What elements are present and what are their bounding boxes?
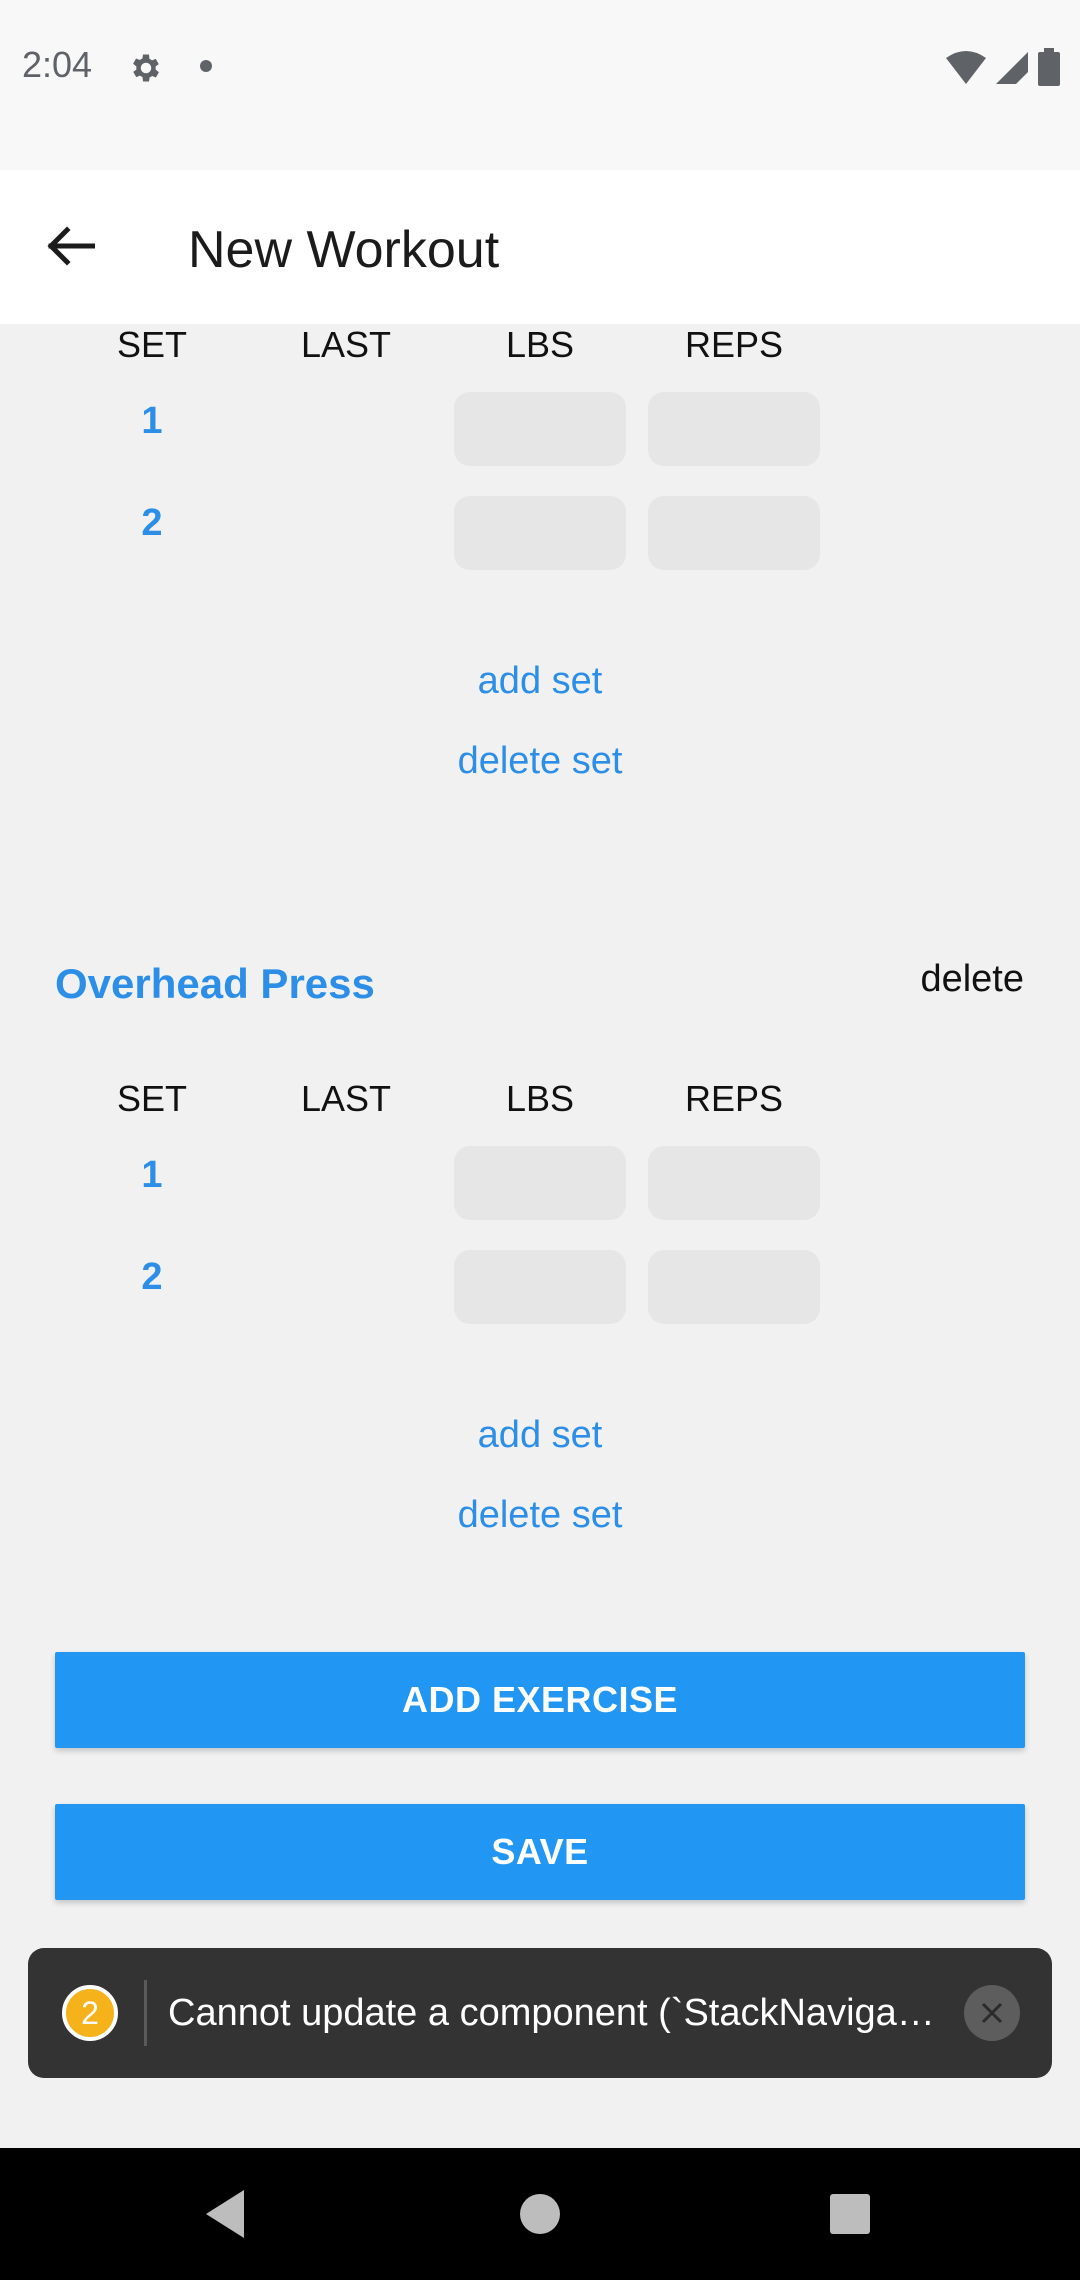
status-time: 2:04	[22, 44, 93, 85]
app-header: New Workout	[0, 170, 1080, 324]
nav-recents-icon[interactable]	[830, 2194, 870, 2234]
wifi-icon	[946, 51, 986, 84]
column-header-reps: REPS	[684, 324, 784, 365]
column-header-reps: REPS	[684, 1078, 784, 1119]
column-header-last: LAST	[300, 324, 392, 365]
set-number: 2	[141, 502, 163, 544]
lbs-input[interactable]	[454, 1146, 626, 1220]
column-header-lbs: LBS	[505, 1078, 575, 1119]
system-nav-bar	[0, 2148, 1080, 2280]
reps-input[interactable]	[648, 496, 820, 570]
add-set-link[interactable]: add set	[478, 1414, 603, 1457]
toast-message: Cannot update a component (`StackNaviga…	[168, 1992, 935, 2034]
delete-set-link[interactable]: delete set	[458, 1494, 623, 1537]
add-set-link[interactable]: add set	[478, 660, 603, 703]
back-button[interactable]	[38, 214, 102, 278]
status-icons	[946, 46, 1060, 86]
toast-divider	[144, 1980, 147, 2046]
warning-count-badge: 2	[62, 1985, 118, 2041]
signal-icon	[996, 52, 1028, 84]
close-icon	[981, 2002, 1003, 2024]
dismiss-toast-button[interactable]	[964, 1985, 1020, 2041]
status-bar: 2:04	[0, 0, 1080, 170]
set-number: 2	[141, 1256, 163, 1298]
reps-input[interactable]	[648, 392, 820, 466]
exercise-name[interactable]: Overhead Press	[55, 960, 375, 1008]
delete-set-link[interactable]: delete set	[458, 740, 623, 783]
reps-input[interactable]	[648, 1250, 820, 1324]
set-number: 1	[141, 1154, 163, 1196]
nav-back-icon[interactable]	[204, 2188, 246, 2240]
add-exercise-button[interactable]: ADD EXERCISE	[55, 1652, 1025, 1748]
set-number: 1	[141, 400, 163, 442]
save-button[interactable]: SAVE	[55, 1804, 1025, 1900]
nav-home-icon[interactable]	[520, 2194, 560, 2234]
notification-dot-icon	[200, 60, 212, 72]
arrow-left-icon	[47, 226, 95, 266]
warning-toast[interactable]: 2 Cannot update a component (`StackNavig…	[28, 1948, 1052, 2078]
column-header-set: SET	[116, 1078, 188, 1119]
lbs-input[interactable]	[454, 496, 626, 570]
lbs-input[interactable]	[454, 1250, 626, 1324]
page-title: New Workout	[188, 221, 500, 279]
battery-icon	[1038, 48, 1060, 86]
lbs-input[interactable]	[454, 392, 626, 466]
column-header-last: LAST	[300, 1078, 392, 1119]
delete-exercise-button[interactable]: delete	[920, 958, 1024, 1001]
column-header-set: SET	[116, 324, 188, 365]
gear-icon	[133, 54, 159, 82]
reps-input[interactable]	[648, 1146, 820, 1220]
column-header-lbs: LBS	[505, 324, 575, 365]
